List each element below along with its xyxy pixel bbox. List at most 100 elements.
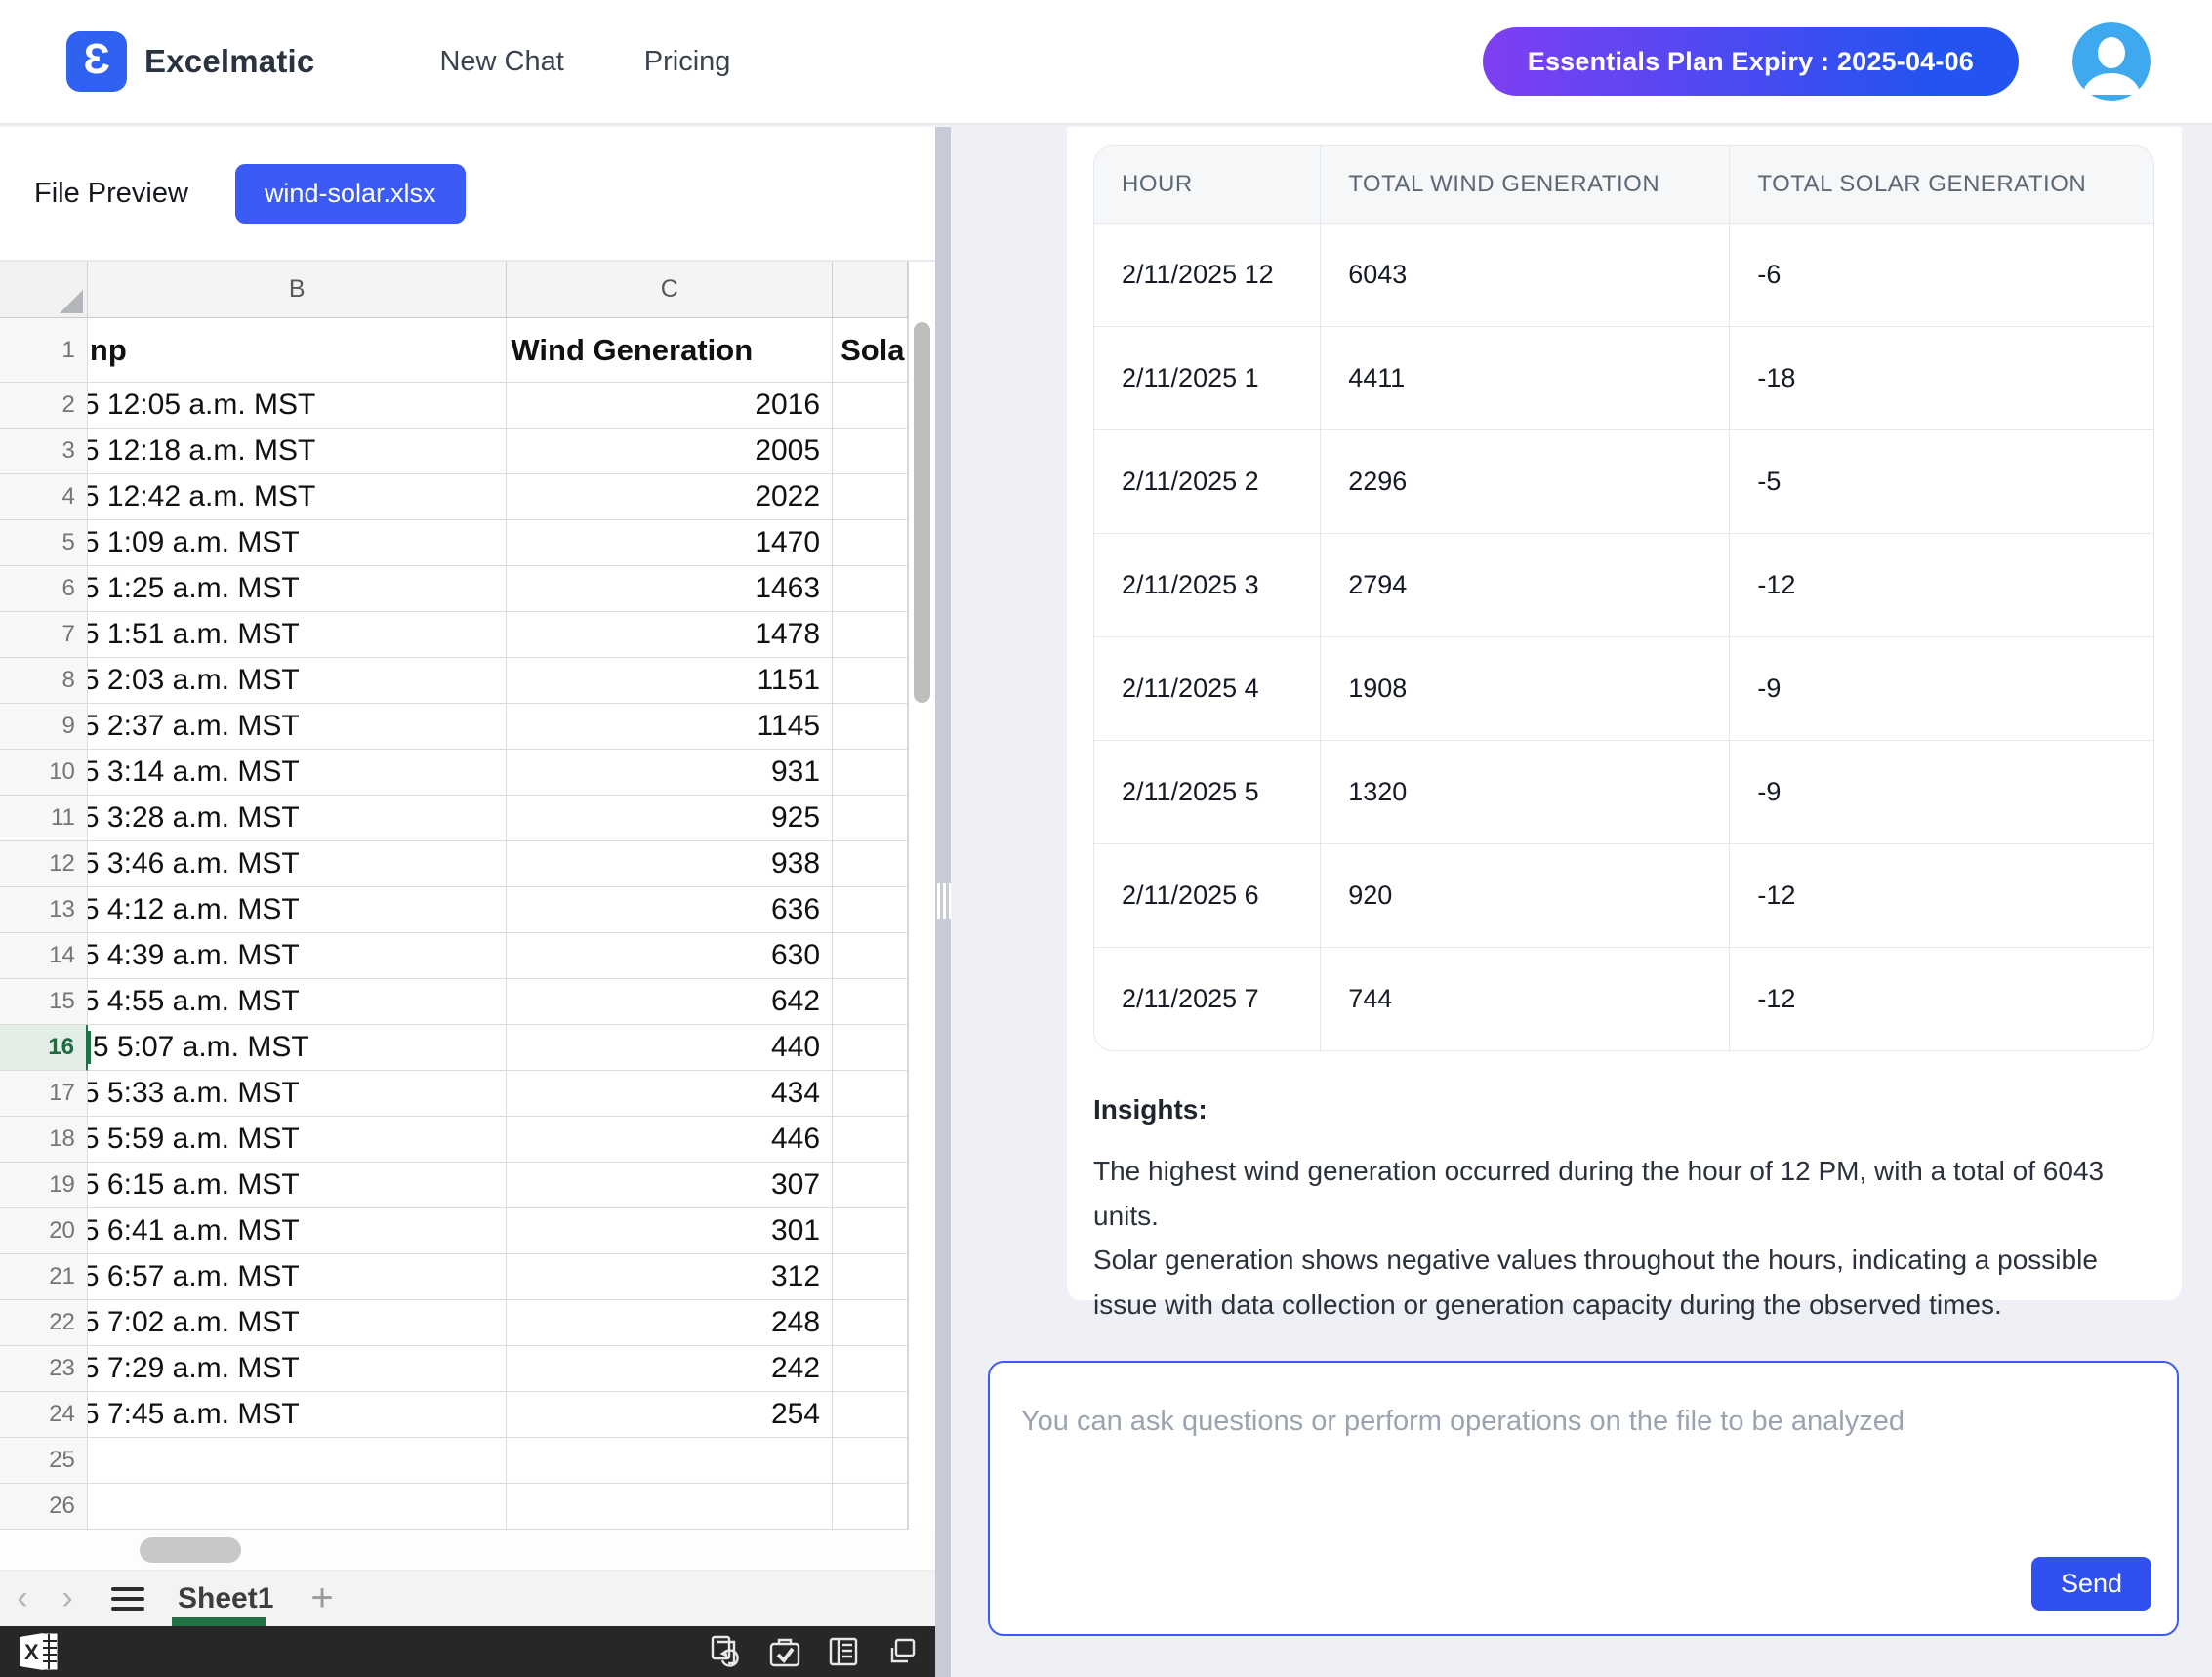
row-header-4[interactable]: 4 <box>0 474 88 520</box>
cell-b20-timestamp[interactable]: 5 6:41 a.m. MST <box>88 1208 508 1254</box>
cell-d24[interactable] <box>833 1392 908 1438</box>
row-header-12[interactable]: 12 <box>0 841 88 887</box>
cell-c19-wind-value[interactable]: 307 <box>507 1163 833 1208</box>
select-all-corner[interactable] <box>0 262 88 317</box>
cell-d13[interactable] <box>833 887 908 933</box>
chat-input-placeholder[interactable]: You can ask questions or perform operati… <box>1021 1406 1905 1438</box>
cell-d20[interactable] <box>833 1208 908 1254</box>
cell-c2-wind-value[interactable]: 2016 <box>507 383 833 429</box>
cell-c8-wind-value[interactable]: 1151 <box>507 658 833 704</box>
column-header-c[interactable]: C <box>507 262 833 317</box>
file-chip[interactable]: wind-solar.xlsx <box>235 164 466 224</box>
cell-d14[interactable] <box>833 933 908 979</box>
cell-b17-timestamp[interactable]: 5 5:33 a.m. MST <box>88 1071 508 1117</box>
cell-b11-timestamp[interactable]: 5 3:28 a.m. MST <box>88 796 508 841</box>
cell-b18-timestamp[interactable]: 5 5:59 a.m. MST <box>88 1117 508 1163</box>
row-header-17[interactable]: 17 <box>0 1071 88 1117</box>
add-sheet-button[interactable]: + <box>310 1576 333 1620</box>
validate-check-icon[interactable] <box>767 1634 802 1669</box>
cell-b25-timestamp[interactable] <box>88 1438 508 1484</box>
row-header-24[interactable]: 24 <box>0 1392 88 1438</box>
row-header-13[interactable]: 13 <box>0 887 88 933</box>
user-avatar[interactable] <box>2072 22 2151 101</box>
excelmatic-logo-icon[interactable]: Ɛ <box>66 31 127 92</box>
cell-d6[interactable] <box>833 566 908 612</box>
row-header-7[interactable]: 7 <box>0 612 88 658</box>
cell-b24-timestamp[interactable]: 5 7:45 a.m. MST <box>88 1392 508 1438</box>
cell-b26-timestamp[interactable] <box>88 1484 508 1530</box>
cell-c11-wind-value[interactable]: 925 <box>507 796 833 841</box>
row-header-21[interactable]: 21 <box>0 1254 88 1300</box>
cell-c6-wind-value[interactable]: 1463 <box>507 566 833 612</box>
cell-b14-timestamp[interactable]: 5 4:39 a.m. MST <box>88 933 508 979</box>
row-header-18[interactable]: 18 <box>0 1117 88 1163</box>
cell-c13-wind-value[interactable]: 636 <box>507 887 833 933</box>
row-header-10[interactable]: 10 <box>0 750 88 796</box>
cell-d18[interactable] <box>833 1117 908 1163</box>
cell-c4-wind-value[interactable]: 2022 <box>507 474 833 520</box>
cell-c14-wind-value[interactable]: 630 <box>507 933 833 979</box>
cell-d8[interactable] <box>833 658 908 704</box>
cell-d25[interactable] <box>833 1438 908 1484</box>
cell-b10-timestamp[interactable]: 5 3:14 a.m. MST <box>88 750 508 796</box>
switch-window-icon[interactable] <box>884 1634 920 1669</box>
panel-resize-divider[interactable] <box>935 127 951 1677</box>
row-header-25[interactable]: 25 <box>0 1438 88 1484</box>
cell-b13-timestamp[interactable]: 5 4:12 a.m. MST <box>88 887 508 933</box>
tab-scroll-left-icon[interactable]: ‹ <box>0 1579 45 1617</box>
cell-d19[interactable] <box>833 1163 908 1208</box>
cell-c15-wind-value[interactable]: 642 <box>507 979 833 1025</box>
column-header-d[interactable] <box>833 262 908 317</box>
row-header-23[interactable]: 23 <box>0 1346 88 1392</box>
cell-c7-wind-value[interactable]: 1478 <box>507 612 833 658</box>
cell-b12-timestamp[interactable]: 5 3:46 a.m. MST <box>88 841 508 887</box>
cell-b23-timestamp[interactable]: 5 7:29 a.m. MST <box>88 1346 508 1392</box>
row-header-2[interactable]: 2 <box>0 383 88 429</box>
row-header-26[interactable]: 26 <box>0 1484 88 1530</box>
read-mode-icon[interactable] <box>826 1634 861 1669</box>
cell-c9-wind-value[interactable]: 1145 <box>507 704 833 750</box>
row-header-20[interactable]: 20 <box>0 1208 88 1254</box>
nav-link-pricing[interactable]: Pricing <box>644 46 731 78</box>
sheet-vertical-scrollbar[interactable] <box>914 322 930 703</box>
cell-d16[interactable] <box>833 1025 908 1071</box>
nav-link-new-chat[interactable]: New Chat <box>439 46 563 78</box>
cell-d5[interactable] <box>833 520 908 566</box>
row-header-22[interactable]: 22 <box>0 1300 88 1346</box>
sheet-list-menu-icon[interactable] <box>111 1587 144 1611</box>
cell-d12[interactable] <box>833 841 908 887</box>
cell-d17[interactable] <box>833 1071 908 1117</box>
cell-c17-wind-value[interactable]: 434 <box>507 1071 833 1117</box>
cell-c20-wind-value[interactable]: 301 <box>507 1208 833 1254</box>
cell-c1-wind-generation-header[interactable]: Wind Generation <box>507 318 833 383</box>
row-header-11[interactable]: 11 <box>0 796 88 841</box>
copy-refresh-icon[interactable] <box>709 1634 744 1669</box>
send-button[interactable]: Send <box>2031 1557 2151 1611</box>
cell-d15[interactable] <box>833 979 908 1025</box>
cell-c5-wind-value[interactable]: 1470 <box>507 520 833 566</box>
cell-b15-timestamp[interactable]: 5 4:55 a.m. MST <box>88 979 508 1025</box>
cell-c10-wind-value[interactable]: 931 <box>507 750 833 796</box>
cell-b6-timestamp[interactable]: 5 1:25 a.m. MST <box>88 566 508 612</box>
cell-c18-wind-value[interactable]: 446 <box>507 1117 833 1163</box>
cell-b3-timestamp[interactable]: 5 12:18 a.m. MST <box>88 429 508 474</box>
cell-b22-timestamp[interactable]: 5 7:02 a.m. MST <box>88 1300 508 1346</box>
cell-d4[interactable] <box>833 474 908 520</box>
cell-b16-timestamp[interactable]: 5 5:07 a.m. MST <box>88 1025 508 1071</box>
cell-b4-timestamp[interactable]: 5 12:42 a.m. MST <box>88 474 508 520</box>
cell-c16-wind-value[interactable]: 440 <box>507 1025 833 1071</box>
row-header-5[interactable]: 5 <box>0 520 88 566</box>
cell-d1-solar-header-clipped[interactable]: Sola <box>833 318 908 383</box>
cell-d7[interactable] <box>833 612 908 658</box>
row-header-14[interactable]: 14 <box>0 933 88 979</box>
cell-b9-timestamp[interactable]: 5 2:37 a.m. MST <box>88 704 508 750</box>
row-header-15[interactable]: 15 <box>0 979 88 1025</box>
cell-c22-wind-value[interactable]: 248 <box>507 1300 833 1346</box>
row-header-9[interactable]: 9 <box>0 704 88 750</box>
cell-c25-wind-value[interactable] <box>507 1438 833 1484</box>
row-header-8[interactable]: 8 <box>0 658 88 704</box>
cell-c12-wind-value[interactable]: 938 <box>507 841 833 887</box>
row-header-1[interactable]: 1 <box>0 318 88 383</box>
cell-d21[interactable] <box>833 1254 908 1300</box>
cell-d22[interactable] <box>833 1300 908 1346</box>
